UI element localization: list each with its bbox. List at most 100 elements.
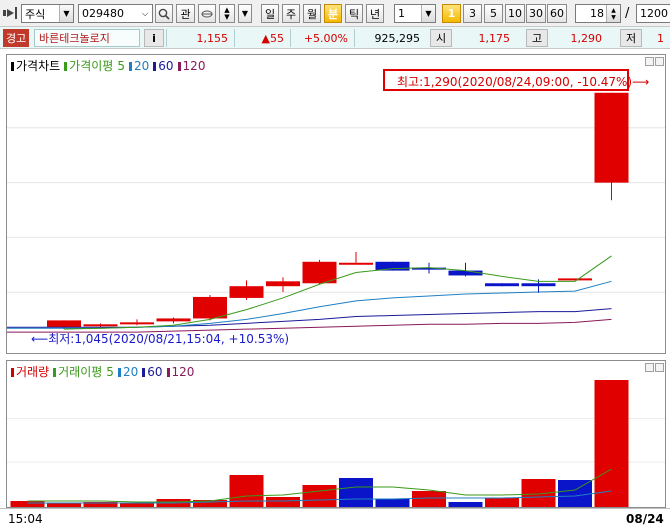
volume-legend-item[interactable]: 60 bbox=[142, 365, 163, 379]
period-minute[interactable]: 분 bbox=[324, 4, 342, 23]
chevron-down-icon[interactable]: ⌵ bbox=[138, 5, 152, 22]
stock-name: 바른테크놀로지 bbox=[34, 29, 140, 47]
chevron-down-icon[interactable]: ▼ bbox=[59, 5, 73, 22]
volume-bar bbox=[339, 478, 373, 507]
pane-minimize-icon[interactable] bbox=[645, 57, 654, 66]
price-legend-label: 가격이평 bbox=[69, 59, 114, 73]
total-count-input[interactable]: 1200 bbox=[636, 4, 670, 23]
link-button[interactable] bbox=[198, 4, 216, 23]
prev-next-stepper[interactable]: ▲ ▼ bbox=[219, 4, 235, 23]
stock-list-button[interactable]: ▼ bbox=[238, 4, 252, 23]
volume-legend-item[interactable]: 120 bbox=[166, 364, 195, 379]
volume-legend-label: 20 bbox=[122, 364, 139, 379]
candle-body bbox=[485, 283, 519, 287]
legend-swatch-icon bbox=[53, 368, 57, 377]
volume-bar bbox=[448, 502, 483, 507]
info-button[interactable]: i bbox=[144, 29, 164, 47]
stock-code-value: 029480 bbox=[82, 7, 124, 20]
legend-swatch-icon bbox=[11, 62, 14, 71]
price-legend-item[interactable]: 120 bbox=[177, 58, 206, 73]
volume-legend-label: 120 bbox=[171, 364, 195, 379]
interval-10-button[interactable]: 10 bbox=[505, 4, 525, 23]
volume-legend-label: 거래량 bbox=[16, 365, 50, 379]
candle-body bbox=[47, 320, 81, 328]
stock-code-input[interactable]: 029480 ⌵ bbox=[78, 4, 153, 23]
price-legend-label: 120 bbox=[182, 58, 206, 73]
period-day[interactable]: 일 bbox=[261, 4, 279, 23]
volume-chart-pane[interactable]: 거래량 거래이평 5 20 60 120 bbox=[6, 360, 666, 508]
volume-bar bbox=[266, 497, 300, 507]
volume-legend-item[interactable]: 거래량 bbox=[11, 363, 49, 380]
period-year[interactable]: 년 bbox=[366, 4, 384, 23]
price-legend-item[interactable]: 가격차트 bbox=[11, 57, 60, 74]
interval-10-label: 10 bbox=[508, 7, 522, 20]
price-change: ▲55 bbox=[234, 29, 290, 47]
period-week-label: 주 bbox=[285, 7, 297, 21]
search-icon bbox=[158, 8, 170, 20]
interval-5-button[interactable]: 5 bbox=[484, 4, 503, 23]
price-chart[interactable] bbox=[7, 55, 665, 353]
period-minute-label: 분 bbox=[327, 7, 339, 21]
candle-body bbox=[266, 281, 300, 287]
legend-swatch-icon bbox=[11, 368, 14, 377]
low-label: 저 bbox=[620, 29, 642, 47]
interval-30-button[interactable]: 30 bbox=[526, 4, 546, 23]
time-axis: 15:04 08/24 bbox=[0, 508, 670, 529]
interval-select[interactable]: 1 ▼ bbox=[394, 4, 436, 23]
chevron-down-icon[interactable]: ▼ bbox=[224, 13, 229, 21]
period-week[interactable]: 주 bbox=[282, 4, 300, 23]
volume-bar bbox=[10, 501, 45, 507]
interval-1-button[interactable]: 1 bbox=[442, 4, 461, 23]
slash-separator: / bbox=[625, 6, 630, 21]
legend-swatch-icon bbox=[142, 367, 146, 377]
volume-legend-item[interactable]: 20 bbox=[117, 364, 139, 379]
volume-legend-label: 거래이평 bbox=[58, 365, 103, 379]
volume-legend-item[interactable]: 거래이평 bbox=[53, 363, 102, 380]
pane-minimize-icon[interactable] bbox=[645, 363, 654, 372]
volume-bar bbox=[594, 380, 629, 507]
pane-close-icon[interactable] bbox=[655, 363, 664, 372]
candle-body bbox=[193, 296, 227, 319]
market-select[interactable]: 주식 ▼ bbox=[21, 4, 74, 23]
low-price: 1 bbox=[657, 31, 664, 45]
chevron-down-icon[interactable]: ▼ bbox=[421, 5, 435, 22]
warning-badge: 경고 bbox=[3, 29, 30, 47]
favorite-label: 관 bbox=[180, 7, 191, 21]
change-rate: +5.00% bbox=[290, 29, 354, 47]
price-legend-label: 20 bbox=[133, 58, 150, 73]
period-tick[interactable]: 틱 bbox=[345, 4, 363, 23]
interval-30-label: 30 bbox=[529, 7, 543, 20]
stepper-arrows-icon[interactable]: ▲ ▼ bbox=[606, 5, 620, 22]
price-legend-label: 5 bbox=[117, 58, 125, 73]
candle-body bbox=[120, 322, 154, 325]
volume-bar bbox=[485, 498, 519, 507]
volume-legend: 거래량 거래이평 5 20 60 120 bbox=[11, 363, 194, 380]
candle-body bbox=[521, 283, 556, 287]
min-price-annotation: ⟵최저:1,045(2020/08/21,15:04, +10.53%) bbox=[31, 332, 290, 346]
interval-5-label: 5 bbox=[490, 7, 497, 20]
price-legend-label: 60 bbox=[158, 58, 174, 73]
period-month-label: 월 bbox=[306, 7, 318, 21]
volume-chart[interactable] bbox=[7, 361, 665, 507]
period-tick-label: 틱 bbox=[348, 7, 360, 21]
price-legend-item[interactable]: 가격이평 bbox=[64, 57, 113, 74]
candle-body bbox=[339, 262, 373, 265]
volume-legend-item[interactable]: 5 bbox=[106, 365, 114, 379]
period-month[interactable]: 월 bbox=[303, 4, 321, 23]
price-chart-pane[interactable]: 가격차트 가격이평 5 20 60 120 최고:1,290(2020/08/24,09:… bbox=[6, 54, 666, 354]
favorite-button[interactable]: 관 bbox=[176, 4, 195, 23]
legend-swatch-icon bbox=[128, 61, 132, 71]
display-count-stepper[interactable]: 18 ▲ ▼ bbox=[575, 4, 621, 23]
volume-bar bbox=[229, 475, 264, 507]
interval-3-button[interactable]: 3 bbox=[463, 4, 482, 23]
candle-body bbox=[375, 261, 410, 271]
pane-close-icon[interactable] bbox=[655, 57, 664, 66]
search-button[interactable] bbox=[155, 4, 173, 23]
volume-bar bbox=[558, 480, 592, 507]
price-legend-item[interactable]: 5 bbox=[117, 59, 125, 73]
price-legend-item[interactable]: 20 bbox=[128, 58, 150, 73]
interval-60-button[interactable]: 60 bbox=[547, 4, 567, 23]
price-legend-item[interactable]: 60 bbox=[153, 58, 174, 73]
dock-icon[interactable] bbox=[3, 7, 19, 19]
high-price: 1,290 bbox=[570, 31, 603, 45]
